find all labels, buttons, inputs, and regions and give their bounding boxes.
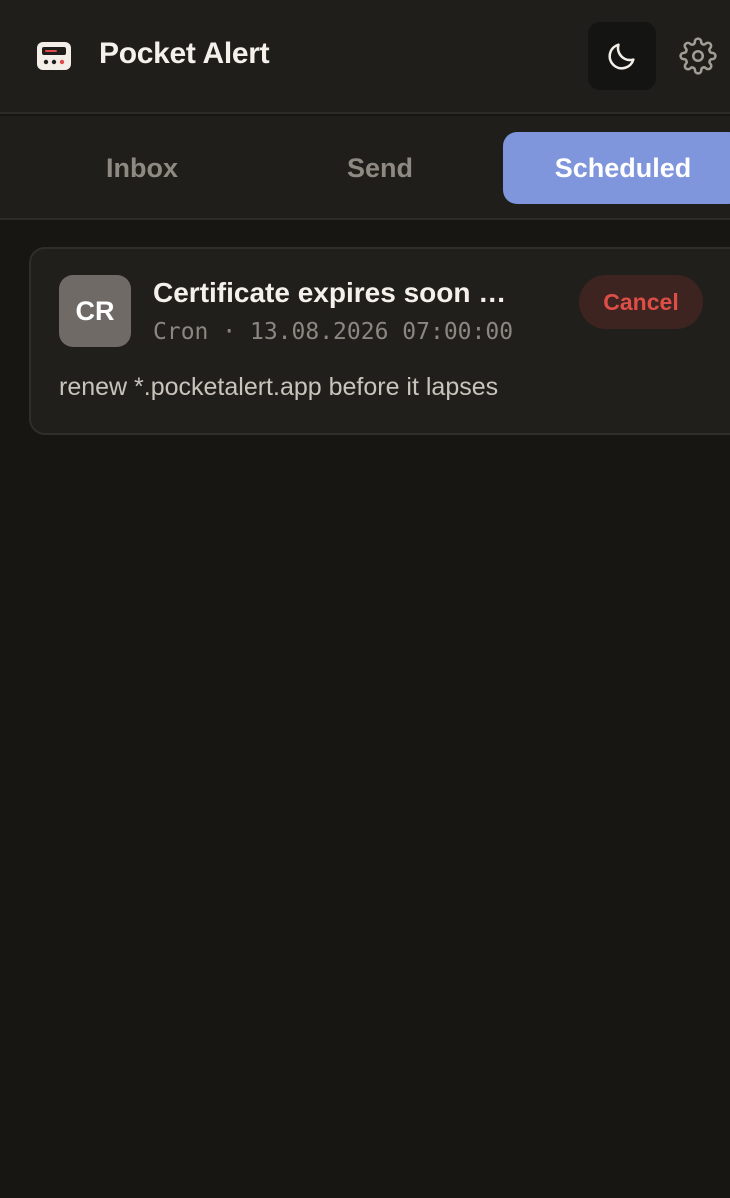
tab-scheduled[interactable]: Scheduled [503,132,730,204]
meta-separator: · [222,319,237,345]
alert-source: Cron [153,319,209,345]
moon-icon [608,43,635,70]
settings-button[interactable] [678,36,718,76]
alert-body: renew *.pocketalert.app before it lapses [59,373,499,401]
tab-bar: Inbox Send Scheduled [0,116,730,220]
tab-send[interactable]: Send [262,132,498,204]
avatar: CR [59,275,131,347]
tab-inbox[interactable]: Inbox [24,132,260,204]
alert-title: Certificate expires soon before renewal [153,277,523,308]
app-header: Pocket Alert [0,0,730,114]
cancel-button[interactable]: Cancel [579,275,703,329]
pager-icon [37,42,71,70]
alert-datetime: 13.08.2026 07:00:00 [249,319,514,345]
app-title: Pocket Alert [99,37,270,70]
alert-meta: Cron · 13.08.2026 07:00:00 [153,319,513,345]
scheduled-alert-card: CR Certificate expires soon before renew… [29,247,730,435]
gear-icon [679,37,717,75]
theme-toggle-button[interactable] [588,22,656,90]
